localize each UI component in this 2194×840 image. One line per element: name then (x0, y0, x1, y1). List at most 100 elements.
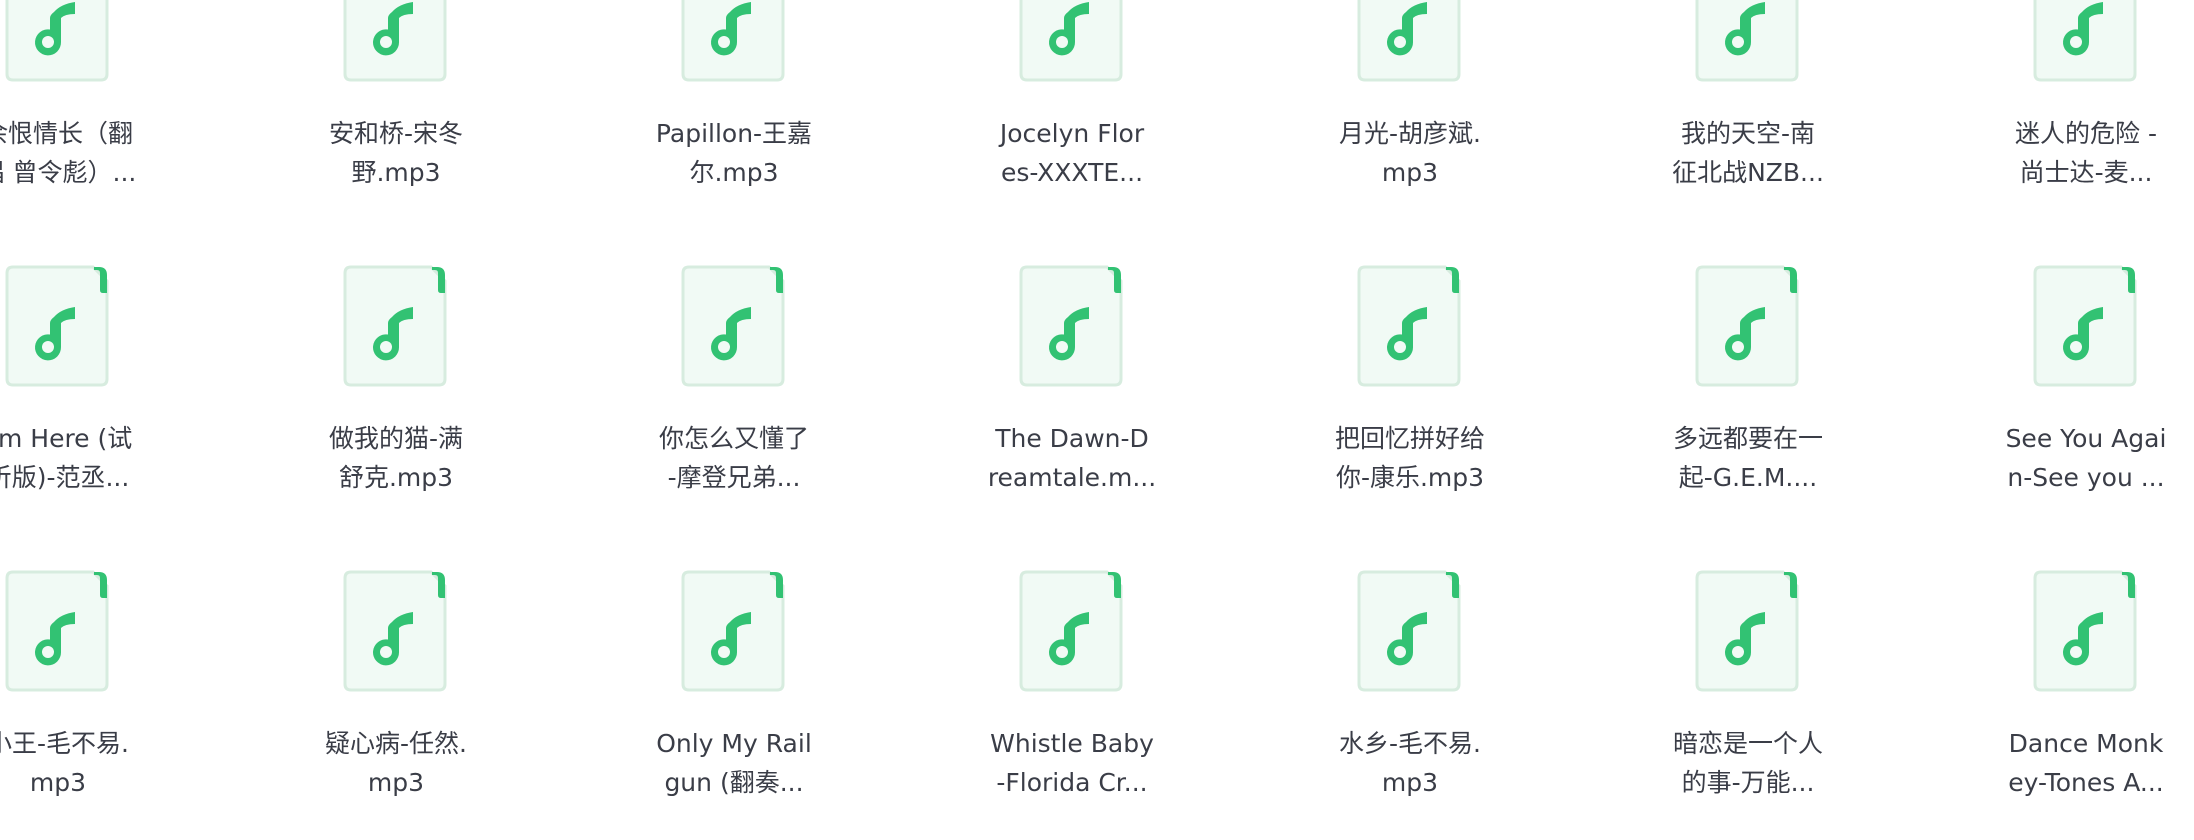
music-file-icon (2033, 265, 2137, 387)
music-file-icon (1019, 265, 1123, 387)
file-item[interactable]: 暗恋是一个人 的事-万能... (1628, 570, 1868, 840)
file-name: 做我的猫-满 舒克.mp3 (276, 419, 516, 497)
file-name-line: reamtale.m... (987, 463, 1157, 492)
file-name-line: 水乡-毛不易. (1339, 729, 1481, 758)
music-file-icon (343, 570, 447, 692)
file-name-line: The Dawn-D (995, 424, 1149, 453)
file-item[interactable]: I'm Here (试听版)-范丞... (0, 265, 178, 535)
file-name-line: 小王-毛不易. (0, 729, 129, 758)
file-name-line: 迷人的危险 - (2015, 119, 2157, 148)
file-item[interactable]: Dance Monk ey-Tones A... (1966, 570, 2194, 840)
file-name: Jocelyn Flor es-XXXTE... (952, 114, 1192, 192)
file-name: 水乡-毛不易. mp3 (1290, 724, 1530, 802)
music-file-icon (343, 265, 447, 387)
file-name-line: 我的天空-南 (1680, 119, 1816, 148)
music-file-icon (1019, 570, 1123, 692)
file-item[interactable]: Papillon-王嘉 尔.mp3 (614, 0, 854, 230)
file-grid: 余恨情长（翻唱 曾令彪）... 安和桥-宋冬野.mp3 Papillon-王嘉尔… (0, 0, 2194, 810)
file-name-line: 尚士达-麦... (2019, 158, 2153, 187)
file-name-line: -摩登兄弟... (667, 463, 801, 492)
file-name-line: Jocelyn Flor (999, 119, 1145, 148)
music-file-icon (1357, 0, 1461, 82)
file-name-line: ey-Tones A... (2008, 768, 2164, 797)
file-item[interactable]: 做我的猫-满 舒克.mp3 (276, 265, 516, 535)
music-file-icon (1357, 570, 1461, 692)
file-name-line: mp3 (29, 768, 87, 797)
file-item[interactable]: 我的天空-南 征北战NZB... (1628, 0, 1868, 230)
file-name: 我的天空-南 征北战NZB... (1628, 114, 1868, 192)
file-name-line: 做我的猫-满 (328, 424, 464, 453)
music-file-icon (1019, 0, 1123, 82)
file-name-line: 野.mp3 (351, 158, 441, 187)
file-item[interactable]: Only My Rail gun (翻奏... (614, 570, 854, 840)
file-item[interactable]: 小王-毛不易. mp3 (0, 570, 178, 840)
file-name: Whistle Baby -Florida Cr... (952, 724, 1192, 802)
file-name: Papillon-王嘉 尔.mp3 (614, 114, 854, 192)
file-item[interactable]: Jocelyn Flor es-XXXTE... (952, 0, 1192, 230)
file-name-line: 舒克.mp3 (338, 463, 454, 492)
file-name-line: 听版)-范丞... (0, 463, 130, 492)
file-name: 小王-毛不易. mp3 (0, 724, 178, 802)
file-name: See You Agai n-See you ... (1966, 419, 2194, 497)
file-name-line: Whistle Baby (990, 729, 1154, 758)
file-name: Dance Monk ey-Tones A... (1966, 724, 2194, 802)
file-name: Only My Rail gun (翻奏... (614, 724, 854, 802)
file-name-line: 暗恋是一个人 (1672, 729, 1823, 758)
file-item[interactable]: 安和桥-宋冬 野.mp3 (276, 0, 516, 230)
file-name-line: I'm Here (试 (0, 424, 133, 453)
file-name-line: gun (翻奏... (664, 768, 804, 797)
file-name: 你怎么又懂了 -摩登兄弟... (614, 419, 854, 497)
file-name: 把回忆拼好给 你-康乐.mp3 (1290, 419, 1530, 497)
file-name-line: es-XXXTE... (1000, 158, 1144, 187)
file-name: 安和桥-宋冬 野.mp3 (276, 114, 516, 192)
file-name-line: See You Agai (2005, 424, 2167, 453)
file-name-line: 唱 曾令彪）... (0, 158, 137, 187)
file-name-line: Dance Monk (2008, 729, 2164, 758)
file-name-line: -Florida Cr... (996, 768, 1148, 797)
file-name-line: 多远都要在一 (1672, 424, 1823, 453)
file-item[interactable]: 月光-胡彦斌. mp3 (1290, 0, 1530, 230)
music-file-icon (1695, 0, 1799, 82)
music-file-icon (2033, 0, 2137, 82)
file-name-line: 疑心病-任然. (325, 729, 467, 758)
file-name-line: 征北战NZB... (1672, 158, 1824, 187)
music-file-icon (681, 265, 785, 387)
file-name: 暗恋是一个人 的事-万能... (1628, 724, 1868, 802)
file-item[interactable]: 迷人的危险 - 尚士达-麦... (1966, 0, 2194, 230)
music-file-icon (5, 0, 109, 82)
file-name: 月光-胡彦斌. mp3 (1290, 114, 1530, 192)
file-name-line: Papillon-王嘉 (655, 119, 813, 148)
file-name-line: 余恨情长（翻 (0, 119, 133, 148)
music-file-icon (1695, 570, 1799, 692)
file-name-line: n-See you ... (2007, 463, 2165, 492)
music-file-icon (343, 0, 447, 82)
file-item[interactable]: Whistle Baby -Florida Cr... (952, 570, 1192, 840)
file-name-line: 你-康乐.mp3 (1335, 463, 1485, 492)
file-item[interactable]: 水乡-毛不易. mp3 (1290, 570, 1530, 840)
file-item[interactable]: The Dawn-D reamtale.m... (952, 265, 1192, 535)
file-name-line: 的事-万能... (1681, 768, 1815, 797)
file-item[interactable]: 把回忆拼好给 你-康乐.mp3 (1290, 265, 1530, 535)
file-name: 迷人的危险 - 尚士达-麦... (1966, 114, 2194, 192)
file-name-line: 尔.mp3 (689, 158, 779, 187)
music-file-icon (681, 570, 785, 692)
file-item[interactable]: 余恨情长（翻唱 曾令彪）... (0, 0, 178, 230)
file-name: 疑心病-任然. mp3 (276, 724, 516, 802)
file-name: 多远都要在一 起-G.E.M.... (1628, 419, 1868, 497)
file-name-line: 安和桥-宋冬 (328, 119, 464, 148)
music-file-icon (5, 570, 109, 692)
file-name: 余恨情长（翻唱 曾令彪）... (0, 114, 178, 192)
file-name-line: 你怎么又懂了 (658, 424, 809, 453)
file-item[interactable]: 疑心病-任然. mp3 (276, 570, 516, 840)
file-name-line: 起-G.E.M.... (1678, 463, 1818, 492)
file-item[interactable]: 多远都要在一 起-G.E.M.... (1628, 265, 1868, 535)
file-item[interactable]: See You Agai n-See you ... (1966, 265, 2194, 535)
music-file-icon (1357, 265, 1461, 387)
file-name: The Dawn-D reamtale.m... (952, 419, 1192, 497)
file-item[interactable]: 你怎么又懂了 -摩登兄弟... (614, 265, 854, 535)
file-name-line: mp3 (1381, 158, 1439, 187)
file-name-line: mp3 (1381, 768, 1439, 797)
music-file-icon (681, 0, 785, 82)
file-name: I'm Here (试听版)-范丞... (0, 419, 178, 497)
music-file-icon (2033, 570, 2137, 692)
